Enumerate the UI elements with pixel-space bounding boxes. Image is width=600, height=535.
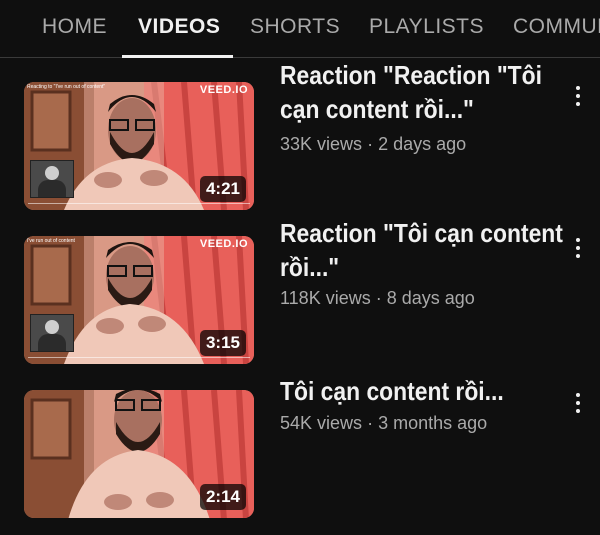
- video-thumbnail[interactable]: I've run out of content VEED.IO 3:15: [24, 236, 254, 364]
- channel-tabs: HOME VIDEOS SHORTS PLAYLISTS COMMUN: [0, 0, 600, 58]
- video-item[interactable]: Reacting to "I've run out of content" VE…: [0, 60, 600, 222]
- upload-age: 8 days ago: [386, 288, 475, 308]
- more-options-icon[interactable]: [570, 84, 586, 108]
- duration-badge: 2:14: [199, 484, 246, 510]
- video-title[interactable]: Tôi cạn content rồi...: [280, 374, 522, 408]
- upload-age: 3 months ago: [378, 413, 488, 433]
- video-meta: 118K views · 8 days ago: [280, 288, 475, 309]
- veed-logo: VEED.IO: [199, 84, 248, 96]
- video-thumbnail[interactable]: 2:14: [24, 390, 254, 518]
- video-item[interactable]: 2:14 Tôi cạn content rồi... 54K views · …: [0, 376, 600, 530]
- webcam-inset: [30, 314, 74, 352]
- more-options-icon[interactable]: [570, 391, 586, 415]
- tab-playlists[interactable]: PLAYLISTS: [369, 15, 484, 39]
- video-item[interactable]: I've run out of content VEED.IO 3:15 Rea…: [0, 218, 600, 376]
- thumbnail-caption: I've run out of content: [27, 238, 75, 244]
- player-progress-bar: [28, 203, 250, 207]
- veed-logo: VEED.IO: [199, 238, 248, 250]
- view-count: 118K views: [280, 288, 371, 308]
- player-progress-bar: [28, 357, 250, 361]
- meta-separator: ·: [367, 413, 374, 433]
- tab-shorts[interactable]: SHORTS: [250, 15, 340, 39]
- video-thumbnail[interactable]: Reacting to "I've run out of content" VE…: [24, 82, 254, 210]
- view-count: 54K views: [280, 413, 363, 433]
- view-count: 33K views: [280, 134, 363, 154]
- more-options-icon[interactable]: [570, 236, 586, 260]
- tab-home[interactable]: HOME: [42, 15, 107, 39]
- meta-separator: ·: [367, 134, 374, 154]
- video-meta: 33K views · 2 days ago: [280, 134, 466, 155]
- duration-badge: 3:15: [199, 330, 246, 356]
- thumbnail-caption: Reacting to "I've run out of content": [27, 84, 106, 90]
- duration-badge: 4:21: [199, 176, 246, 202]
- tab-videos[interactable]: VIDEOS: [138, 15, 220, 39]
- upload-age: 2 days ago: [378, 134, 467, 154]
- video-meta: 54K views · 3 months ago: [280, 413, 487, 434]
- webcam-inset: [30, 160, 74, 198]
- tab-community[interactable]: COMMUN: [513, 15, 600, 39]
- video-title[interactable]: Reaction "Tôi cạn content rồi...": [280, 216, 563, 284]
- active-tab-indicator: [122, 55, 233, 58]
- video-title[interactable]: Reaction "Reaction "Tôi cạn content rồi.…: [280, 58, 542, 126]
- meta-separator: ·: [375, 288, 382, 308]
